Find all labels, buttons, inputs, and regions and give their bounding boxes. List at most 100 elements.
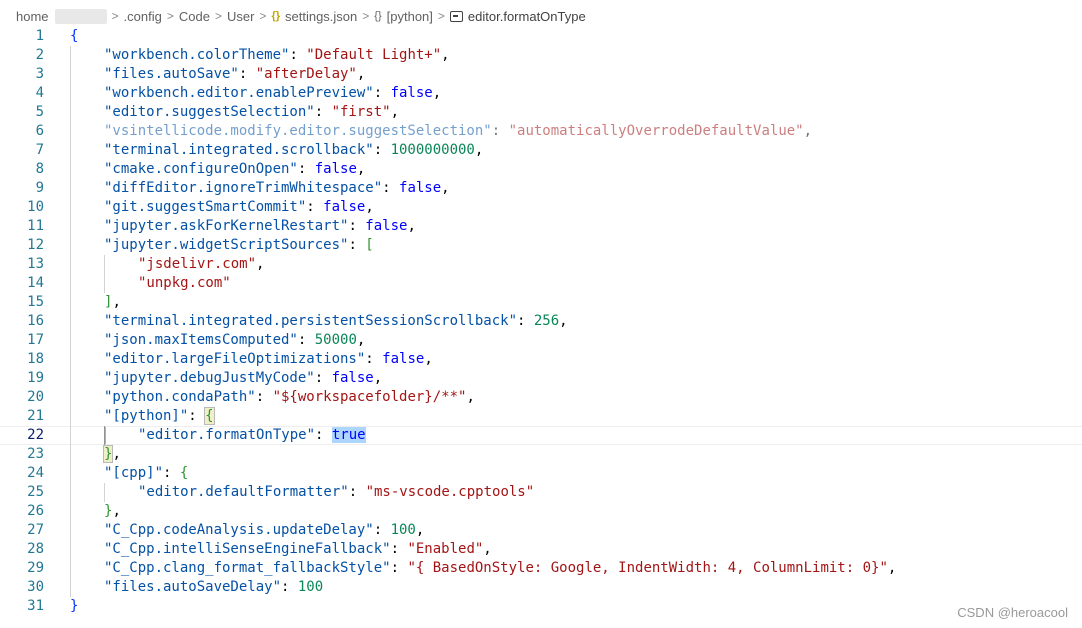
code-line[interactable]: 1{ [0,27,1082,46]
code-line[interactable]: 30 "files.autoSaveDelay": 100 [0,578,1082,597]
json-boolean: false [382,351,425,367]
code-line[interactable]: 25 "editor.defaultFormatter": "ms-vscode.… [0,483,1082,502]
code-line[interactable]: 2 "workbench.colorTheme": "Default Light+… [0,46,1082,65]
line-number: 27 [27,522,44,538]
json-boolean: false [331,370,374,386]
colon: : [289,47,307,63]
code-line[interactable]: 27 "C_Cpp.codeAnalysis.updateDelay": 100, [0,521,1082,540]
object-icon: {} [374,10,382,22]
breadcrumb-item-config[interactable]: .config [124,9,162,24]
code-line[interactable]: 24 "[cpp]": { [0,464,1082,483]
code-line[interactable]: 26}, [0,502,1082,521]
code-line[interactable]: 13 "jsdelivr.com", [0,255,1082,274]
code-line[interactable]: 10 "git.suggestSmartCommit": false, [0,198,1082,217]
comma: , [483,541,492,557]
line-number: 12 [27,237,44,253]
breadcrumb-item-format-on-type[interactable]: editor.formatOnType [449,9,586,24]
comma: , [466,389,475,405]
comma: , [424,351,433,367]
breadcrumb-item-settings-json[interactable]: {} settings.json [271,9,357,24]
colon: : [348,218,366,234]
code-line[interactable]: 9 "diffEditor.ignoreTrimWhitespace": fals… [0,179,1082,198]
breadcrumb-item-python[interactable]: {} [python] [374,9,433,24]
code-content: "[cpp]": { [104,464,188,483]
code-line[interactable]: 3 "files.autoSave": "afterDelay", [0,65,1082,84]
json-number: 100 [297,579,324,595]
line-number: 1 [35,28,44,44]
comma: , [112,503,121,519]
code-line[interactable]: 4 "workbench.editor.enablePreview": false… [0,84,1082,103]
line-number: 23 [27,446,44,462]
breadcrumb-item-home[interactable]: home [16,8,107,24]
line-number: 13 [27,256,44,272]
colon: : [491,123,509,139]
line-number: 2 [35,47,44,63]
code-line[interactable]: 21 "[python]": { [0,407,1082,426]
code-content: "jupyter.widgetScriptSources": [ [104,236,374,255]
code-line[interactable]: 18 "editor.largeFileOptimizations": false… [0,350,1082,369]
json-boolean: false [323,199,366,215]
breadcrumb-home-label: home [16,8,49,24]
code-line[interactable]: 14 "unpkg.com" [0,274,1082,293]
code-content: "C_Cpp.codeAnalysis.updateDelay": 100, [104,521,424,540]
json-key: "files.autoSave" [104,66,239,82]
colon: : [315,427,332,443]
colon: : [314,370,332,386]
code-line[interactable]: 17 "json.maxItemsComputed": 50000, [0,331,1082,350]
code-line[interactable]: 23}, [0,445,1082,464]
code-content: "editor.largeFileOptimizations": false, [104,350,433,369]
line-number: 20 [27,389,44,405]
json-key: "editor.defaultFormatter" [138,484,349,500]
colon: : [390,541,408,557]
code-line[interactable]: 8 "cmake.configureOnOpen": false, [0,160,1082,179]
code-line[interactable]: 28 "C_Cpp.intelliSenseEngineFallback": "E… [0,540,1082,559]
comma: , [441,47,450,63]
colon: : [306,199,324,215]
line-number: 4 [35,85,44,101]
code-line[interactable]: 15], [0,293,1082,312]
code-line[interactable]: 12 "jupyter.widgetScriptSources": [ [0,236,1082,255]
comma: , [356,66,366,82]
code-content: "vsintellicode.modify.editor.suggestSele… [104,122,812,141]
json-string: "automaticallyOverrodeDefaultValue" [508,123,804,139]
breadcrumb-item-user[interactable]: User [227,9,254,24]
json-key: "editor.formatOnType" [138,427,316,443]
json-string: "${workspacefolder}/**" [272,389,467,405]
json-string: "Enabled" [407,541,484,557]
json-string: "ms-vscode.cpptools" [365,484,535,500]
code-content: "json.maxItemsComputed": 50000, [104,331,365,350]
json-number: 100 [390,522,416,538]
json-key: "vsintellicode.modify.editor.suggestSele… [104,123,492,139]
line-number: 21 [27,408,44,424]
comma: , [441,180,450,196]
code-content: "workbench.colorTheme": "Default Light+"… [104,46,450,65]
indent-guide [104,255,105,293]
line-number: 7 [35,142,44,158]
code-editor[interactable]: 1{2 "workbench.colorTheme": "Default Ligh… [0,27,1082,628]
line-number: 8 [35,161,44,177]
comma: , [356,161,366,177]
line-number: 9 [35,180,44,196]
code-content: }, [104,502,121,521]
code-line[interactable]: 20 "python.condaPath": "${workspacefolder… [0,388,1082,407]
code-line[interactable]: 31} [0,597,1082,616]
property-icon [449,10,463,22]
code-line[interactable]: 7 "terminal.integrated.scrollback": 10000… [0,141,1082,160]
json-key: "diffEditor.ignoreTrimWhitespace" [104,180,383,196]
code-line[interactable]: 19 "jupyter.debugJustMyCode": false, [0,369,1082,388]
comma: , [356,332,366,348]
breadcrumb-item-code[interactable]: Code [179,9,210,24]
code-line[interactable]: 29 "C_Cpp.clang_format_fallbackStyle": "{… [0,559,1082,578]
code-line[interactable]: 6 "vsintellicode.modify.editor.suggestSel… [0,122,1082,141]
code-line[interactable]: 11 "jupyter.askForKernelRestart": false, [0,217,1082,236]
comma: , [112,446,121,462]
code-line[interactable]: 5 "editor.suggestSelection": "first", [0,103,1082,122]
json-key: "python.condaPath" [104,389,256,405]
open-bracket: [ [365,237,374,253]
code-line[interactable]: 22 "editor.formatOnType": true [0,426,1082,445]
code-line[interactable]: 16 "terminal.integrated.persistentSession… [0,312,1082,331]
code-content: "editor.formatOnType": true [138,427,366,444]
colon: : [188,408,206,424]
text-cursor [105,427,106,444]
redacted-username [54,8,107,24]
